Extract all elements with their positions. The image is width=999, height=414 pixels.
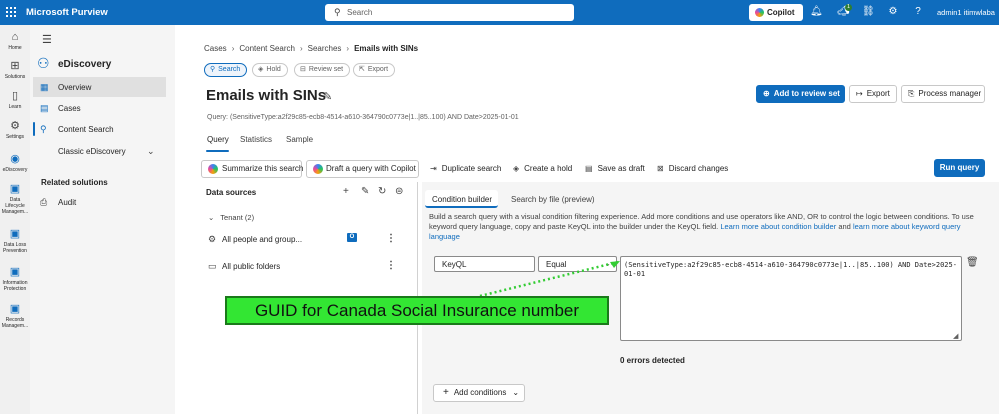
annotation-callout: GUID for Canada Social Insurance number [225, 296, 609, 325]
annotation-pointer [479, 260, 620, 298]
